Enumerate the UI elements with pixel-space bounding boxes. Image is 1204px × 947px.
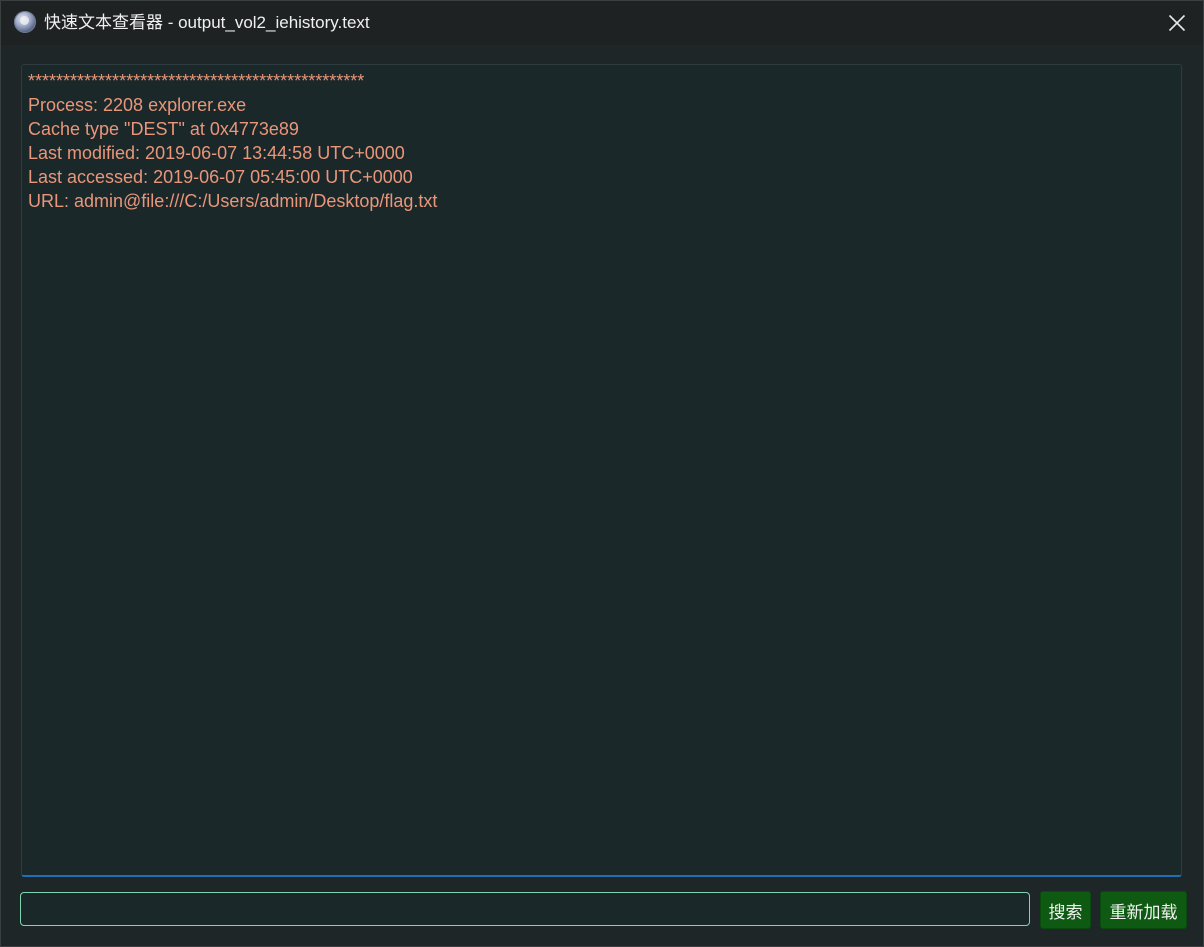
title-bar[interactable]: 快速文本查看器 - output_vol2_iehistory.text xyxy=(1,1,1203,45)
close-icon xyxy=(1168,14,1186,32)
text-line: Process: 2208 explorer.exe xyxy=(28,95,247,115)
app-window: 快速文本查看器 - output_vol2_iehistory.text ***… xyxy=(0,0,1204,947)
text-line: Last accessed: 2019-06-07 05:45:00 UTC+0… xyxy=(28,167,413,187)
reload-button[interactable]: 重新加载 xyxy=(1100,891,1187,929)
text-viewer[interactable]: ****************************************… xyxy=(21,64,1182,877)
app-globe-icon xyxy=(14,11,36,33)
text-line: ****************************************… xyxy=(28,71,365,91)
window-title: 快速文本查看器 - output_vol2_iehistory.text xyxy=(44,13,370,32)
text-line: URL: admin@file:///C:/Users/admin/Deskto… xyxy=(28,191,438,211)
close-button[interactable] xyxy=(1151,1,1203,45)
text-line: Last modified: 2019-06-07 13:44:58 UTC+0… xyxy=(28,143,405,163)
text-line: Cache type "DEST" at 0x4773e89 xyxy=(28,119,299,139)
search-button[interactable]: 搜索 xyxy=(1040,891,1091,929)
search-input[interactable] xyxy=(20,892,1030,926)
